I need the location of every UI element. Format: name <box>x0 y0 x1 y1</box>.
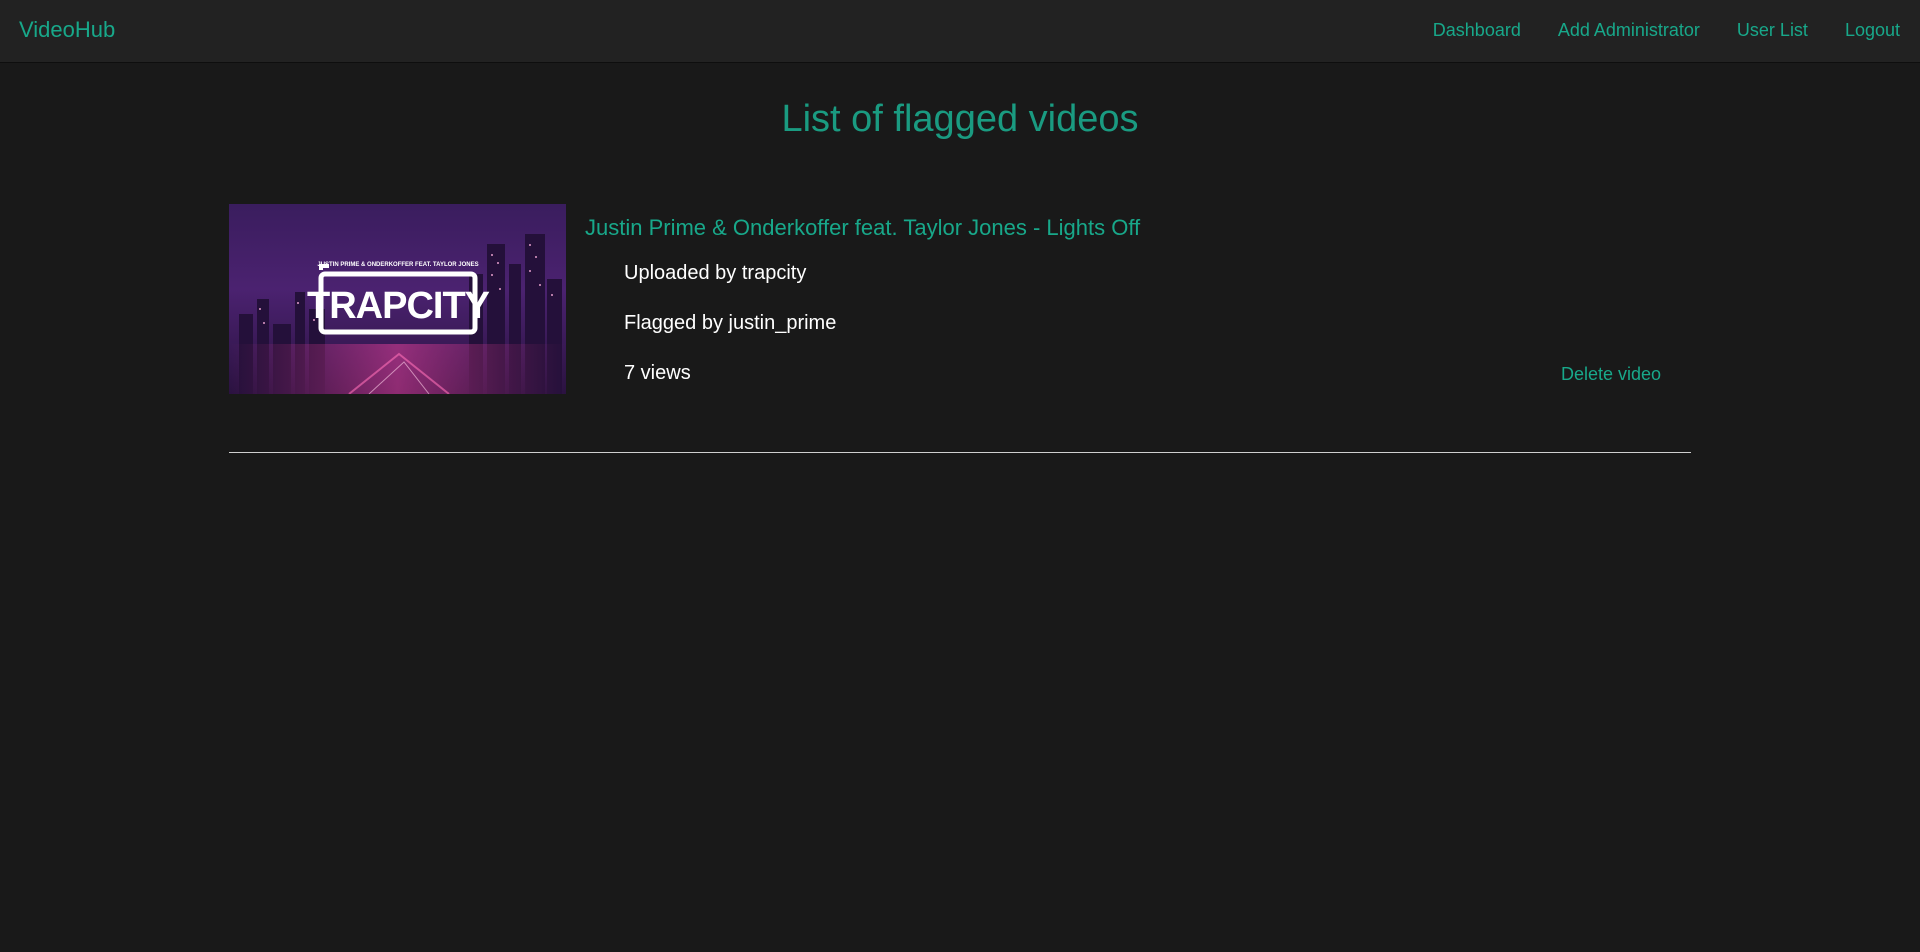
thumbnail-caption-text: JUSTIN PRIME & ONDERKOFFER FEAT. TAYLOR … <box>317 262 478 268</box>
nav-logout-link[interactable]: Logout <box>1845 20 1900 41</box>
video-title-link[interactable]: Justin Prime & Onderkoffer feat. Taylor … <box>585 215 1140 241</box>
page-title: List of flagged videos <box>781 98 1139 140</box>
views-count-text: 7 views <box>624 362 691 384</box>
delete-video-link[interactable]: Delete video <box>1561 364 1661 385</box>
uploaded-by-text: Uploaded by trapcity <box>624 262 807 284</box>
nav-dashboard-link[interactable]: Dashboard <box>1433 20 1521 41</box>
thumbnail-logo-text: TRAPCITY <box>307 285 490 327</box>
row-divider <box>229 452 1691 453</box>
nav-links: Dashboard Add Administrator User List Lo… <box>1396 20 1900 41</box>
brand-logo-link[interactable]: VideoHub <box>19 17 115 43</box>
nav-user-list-link[interactable]: User List <box>1737 20 1808 41</box>
nav-add-administrator-link[interactable]: Add Administrator <box>1558 20 1700 41</box>
top-navbar: VideoHub Dashboard Add Administrator Use… <box>0 0 1920 63</box>
video-thumbnail[interactable]: TRAPCITY JUSTIN PRIME & ONDERKOFFER FEAT… <box>229 204 566 394</box>
flagged-by-text: Flagged by justin_prime <box>624 312 837 334</box>
flagged-video-row: TRAPCITY JUSTIN PRIME & ONDERKOFFER FEAT… <box>229 204 1691 394</box>
